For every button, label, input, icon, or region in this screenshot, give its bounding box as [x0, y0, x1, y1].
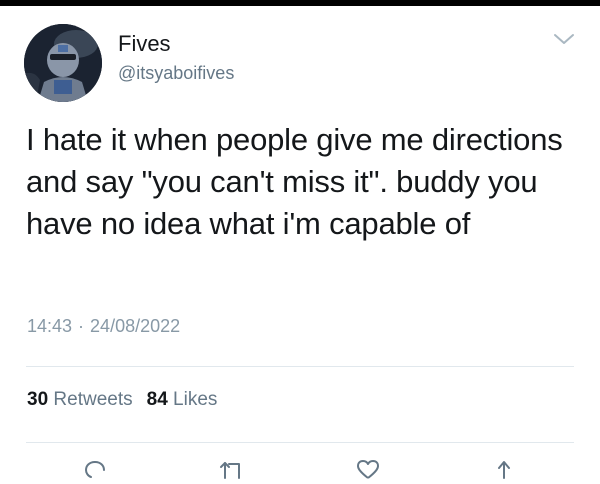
divider — [26, 366, 574, 367]
reply-button[interactable] — [77, 458, 113, 484]
like-button[interactable] — [350, 458, 386, 484]
tweet-timestamp[interactable]: 14:43 · 24/08/2022 — [27, 316, 180, 337]
username[interactable]: @itsyaboifives — [118, 63, 234, 84]
chevron-down-icon[interactable] — [551, 30, 577, 48]
share-icon — [498, 461, 510, 479]
retweets-label: Retweets — [53, 389, 133, 410]
tweet-date: 24/08/2022 — [90, 316, 181, 336]
likes-label: Likes — [173, 389, 218, 410]
divider — [26, 442, 574, 443]
tweet-card: Fives @itsyaboifives I hate it when peop… — [0, 6, 600, 481]
tweet-stats: 30 Retweets 84 Likes — [27, 389, 217, 411]
retweets-stat[interactable]: 30 Retweets — [27, 389, 133, 410]
display-name[interactable]: Fives — [118, 31, 171, 57]
share-button[interactable] — [486, 458, 522, 484]
retweet-icon — [220, 462, 240, 479]
reply-icon — [84, 461, 105, 478]
tweet-text: I hate it when people give me directions… — [26, 122, 563, 241]
meta-separator: · — [78, 316, 85, 336]
action-bar — [0, 458, 600, 481]
avatar-image — [24, 24, 102, 102]
heart-icon — [357, 460, 379, 479]
retweet-button[interactable] — [214, 458, 250, 484]
likes-stat[interactable]: 84 Likes — [147, 389, 218, 410]
likes-count: 84 — [146, 389, 168, 410]
avatar[interactable] — [24, 24, 102, 102]
retweets-count: 30 — [27, 389, 49, 410]
tweet-time: 14:43 — [27, 316, 73, 336]
